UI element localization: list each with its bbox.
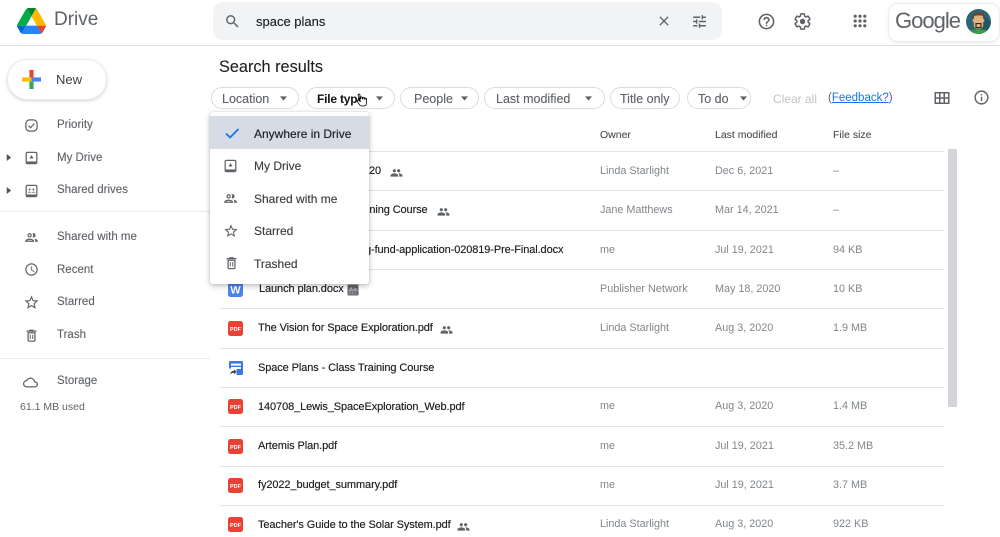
svg-text:PDF: PDF: [230, 327, 242, 333]
svg-text:PDF: PDF: [230, 445, 242, 451]
svg-text:PDF: PDF: [230, 484, 242, 490]
svg-text:PDF: PDF: [230, 405, 242, 411]
svg-text:PDF: PDF: [230, 523, 242, 529]
svg-text:W: W: [230, 285, 241, 297]
